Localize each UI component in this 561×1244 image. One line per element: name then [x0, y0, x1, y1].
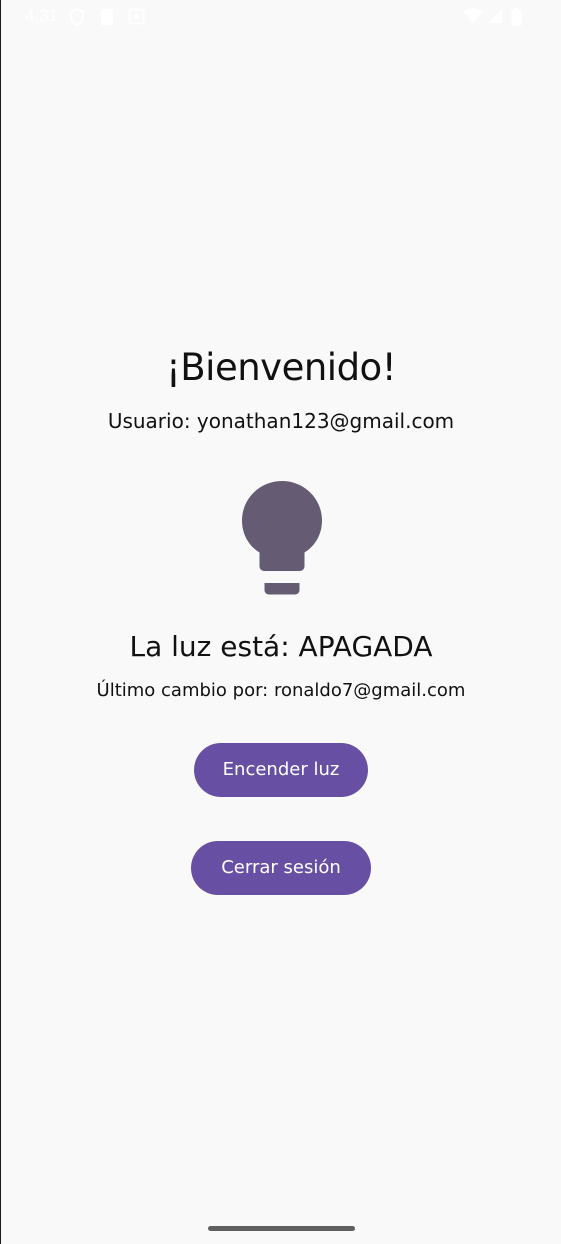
battery-icon — [511, 8, 522, 26]
wifi-icon — [463, 8, 483, 23]
app-screen: 4:31 ¡Bienvenido! Usuario: yonathan123@g… — [1, 0, 561, 1244]
signal-icon — [488, 9, 502, 23]
light-status-label: La luz está: APAGADA — [129, 630, 433, 663]
settings-icon — [128, 8, 145, 25]
shield-icon — [70, 8, 84, 26]
status-bar: 4:31 — [1, 0, 561, 34]
home-indicator[interactable] — [208, 1226, 355, 1231]
status-time: 4:31 — [25, 6, 59, 25]
logout-button[interactable]: Cerrar sesión — [191, 841, 371, 895]
lightbulb-icon — [242, 481, 322, 595]
user-email-label: Usuario: yonathan123@gmail.com — [107, 409, 455, 433]
welcome-title: ¡Bienvenido! — [165, 346, 397, 389]
sim-card-icon — [101, 9, 113, 25]
toggle-light-button[interactable]: Encender luz — [194, 743, 368, 797]
last-change-label: Último cambio por: ronaldo7@gmail.com — [96, 680, 466, 701]
